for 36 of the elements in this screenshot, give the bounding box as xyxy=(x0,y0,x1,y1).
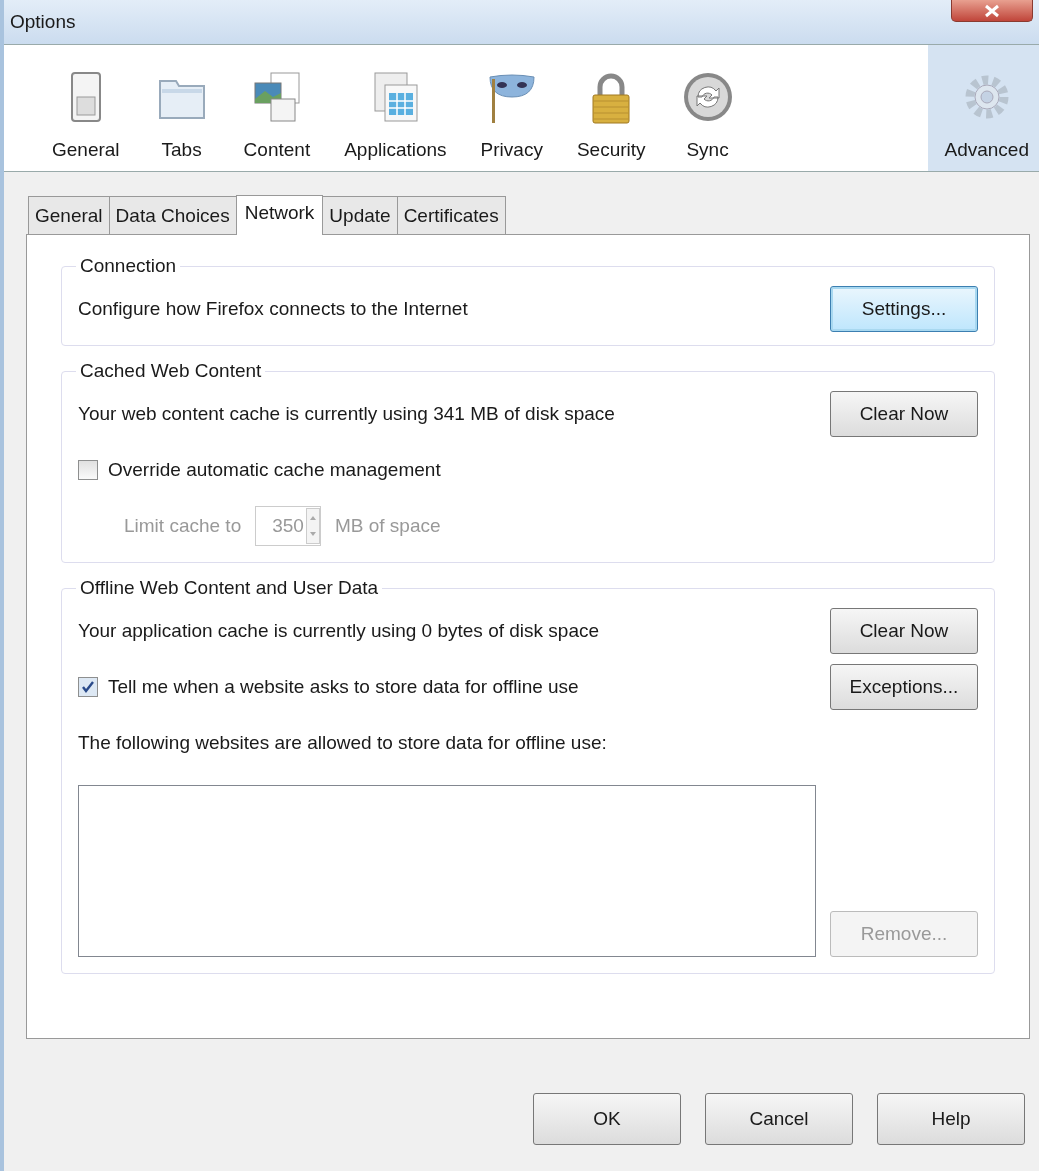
tab[interactable]: General xyxy=(28,196,110,234)
tab[interactable]: Certificates xyxy=(396,196,506,234)
list-label: The following websites are allowed to store data for offline use: xyxy=(78,732,607,754)
tab[interactable]: Update xyxy=(322,196,398,234)
status-text: Your web content cache is currently using 341 MB of disk space xyxy=(78,403,615,425)
group-title: Offline Web Content and User Data xyxy=(79,577,380,599)
tab[interactable]: Data Choices xyxy=(108,196,237,234)
status-text: Configure how Firefox connects to the Internet xyxy=(78,298,468,320)
group-title: Connection xyxy=(79,255,178,277)
limit-label: Limit cache to xyxy=(124,515,242,537)
checkbox-label[interactable]: Override automatic cache management xyxy=(108,459,441,481)
toolbar-tab[interactable]: Content xyxy=(229,45,325,171)
exceptions-button[interactable]: Exceptions... xyxy=(830,664,978,710)
toolbar-tab[interactable]: Applications xyxy=(330,45,461,171)
action-button[interactable]: Clear Now xyxy=(830,391,978,437)
unit-label: MB of space xyxy=(334,515,441,537)
dialog-button[interactable]: OK xyxy=(533,1093,681,1145)
window-title: Options xyxy=(10,11,76,33)
close-button[interactable] xyxy=(951,0,1033,22)
toolbar-tab[interactable]: Privacy xyxy=(466,45,557,171)
toolbar-tab[interactable]: Tabs xyxy=(139,45,224,171)
toolbar-tab[interactable]: Security xyxy=(562,45,660,171)
checkbox[interactable] xyxy=(78,677,98,697)
status-text: Your application cache is currently using 0 bytes of disk space xyxy=(78,620,600,642)
action-button[interactable]: Settings... xyxy=(830,286,978,332)
toolbar-tab[interactable]: General xyxy=(38,45,134,171)
checkbox[interactable] xyxy=(78,460,98,480)
checkbox-label[interactable]: Tell me when a website asks to store data for offline use xyxy=(108,676,579,698)
dialog-button[interactable]: Cancel xyxy=(705,1093,853,1145)
group-title: Cached Web Content xyxy=(79,360,263,382)
toolbar-tab[interactable]: Advanced xyxy=(928,45,1039,171)
dialog-button[interactable]: Help xyxy=(877,1093,1025,1145)
close-icon xyxy=(983,3,1001,18)
toolbar-tab[interactable]: Sync xyxy=(665,45,750,171)
tab[interactable]: Network xyxy=(235,195,324,235)
action-button[interactable]: Clear Now xyxy=(830,608,978,654)
